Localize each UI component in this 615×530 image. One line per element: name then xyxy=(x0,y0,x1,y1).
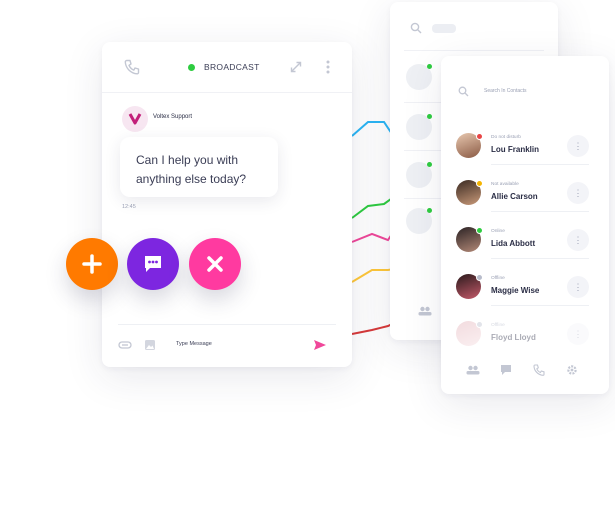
agent-avatar xyxy=(122,106,148,132)
contacts-panel: Search In Contacts Do not disturb Lou Fr… xyxy=(441,56,609,394)
contact-item[interactable]: Offline Maggie Wise ⋮ xyxy=(441,267,609,313)
expand-icon[interactable] xyxy=(290,61,302,73)
contact-item[interactable]: Offline Floyd Lloyd ⋮ xyxy=(441,314,609,360)
image-icon[interactable] xyxy=(144,339,156,351)
search-icon xyxy=(410,22,422,34)
voltex-logo-icon xyxy=(128,113,142,125)
message-text: Can I help you with anything else today? xyxy=(136,153,247,186)
message-time: 12:45 xyxy=(122,204,136,210)
contact-name: Lida Abbott xyxy=(491,239,536,248)
status-dot xyxy=(427,64,432,69)
status-dot xyxy=(427,208,432,213)
chat-icon[interactable] xyxy=(500,364,512,376)
message-input[interactable]: Type Message xyxy=(176,341,212,347)
contact-name: Lou Franklin xyxy=(491,145,539,154)
broadcast-label: BROADCAST xyxy=(204,62,260,72)
contact-status: Online xyxy=(491,229,505,234)
contact-name: Allie Carson xyxy=(491,192,538,201)
composer-divider xyxy=(118,324,336,325)
divider xyxy=(491,211,589,212)
contact-status: Not available xyxy=(491,182,519,187)
status-dot xyxy=(476,133,483,140)
phone-icon[interactable] xyxy=(124,59,140,75)
send-icon[interactable] xyxy=(313,339,327,351)
contact-status: Do not disturb xyxy=(491,135,521,140)
message-button[interactable] xyxy=(127,238,179,290)
chat-window: BROADCAST Voltex Support Can I help you … xyxy=(102,42,352,367)
attachment-icon[interactable] xyxy=(118,340,132,350)
divider xyxy=(404,50,544,51)
contact-item[interactable]: Online Lida Abbott ⋮ xyxy=(441,220,609,266)
message-bubble: Can I help you with anything else today? xyxy=(120,137,278,197)
contacts-tabbar xyxy=(441,356,609,376)
status-dot xyxy=(427,114,432,119)
search-placeholder-bar xyxy=(432,24,456,33)
online-status-dot xyxy=(188,64,195,71)
contact-status: Offline xyxy=(491,323,505,328)
contact-name: Floyd Lloyd xyxy=(491,333,536,342)
status-dot xyxy=(476,274,483,281)
chat-bubble-icon xyxy=(145,256,161,272)
more-options-button[interactable]: ⋮ xyxy=(567,135,589,157)
status-dot xyxy=(427,162,432,167)
search-icon xyxy=(458,86,469,97)
gear-icon[interactable] xyxy=(566,364,578,376)
more-options-button[interactable]: ⋮ xyxy=(567,229,589,251)
contact-name: Maggie Wise xyxy=(491,286,540,295)
status-dot xyxy=(476,227,483,234)
more-options-button[interactable]: ⋮ xyxy=(567,182,589,204)
contacts-search-input[interactable]: Search In Contacts xyxy=(484,88,527,94)
status-dot xyxy=(476,180,483,187)
divider xyxy=(491,164,589,165)
contact-item[interactable]: Do not disturb Lou Franklin ⋮ xyxy=(441,126,609,172)
chat-header: BROADCAST xyxy=(102,42,352,93)
close-icon xyxy=(207,256,223,272)
plus-icon xyxy=(82,254,102,274)
users-icon xyxy=(418,306,432,316)
contact-item[interactable]: Not available Allie Carson ⋮ xyxy=(441,173,609,219)
users-icon[interactable] xyxy=(466,365,480,375)
phone-icon[interactable] xyxy=(533,364,545,376)
contact-status: Offline xyxy=(491,276,505,281)
divider xyxy=(491,258,589,259)
agent-name: Voltex Support xyxy=(153,114,193,120)
divider xyxy=(491,305,589,306)
close-button[interactable] xyxy=(189,238,241,290)
more-options-button[interactable]: ⋮ xyxy=(567,323,589,345)
more-options-button[interactable]: ⋮ xyxy=(567,276,589,298)
status-dot xyxy=(476,321,483,328)
more-vertical-icon[interactable] xyxy=(326,60,330,74)
add-button[interactable] xyxy=(66,238,118,290)
